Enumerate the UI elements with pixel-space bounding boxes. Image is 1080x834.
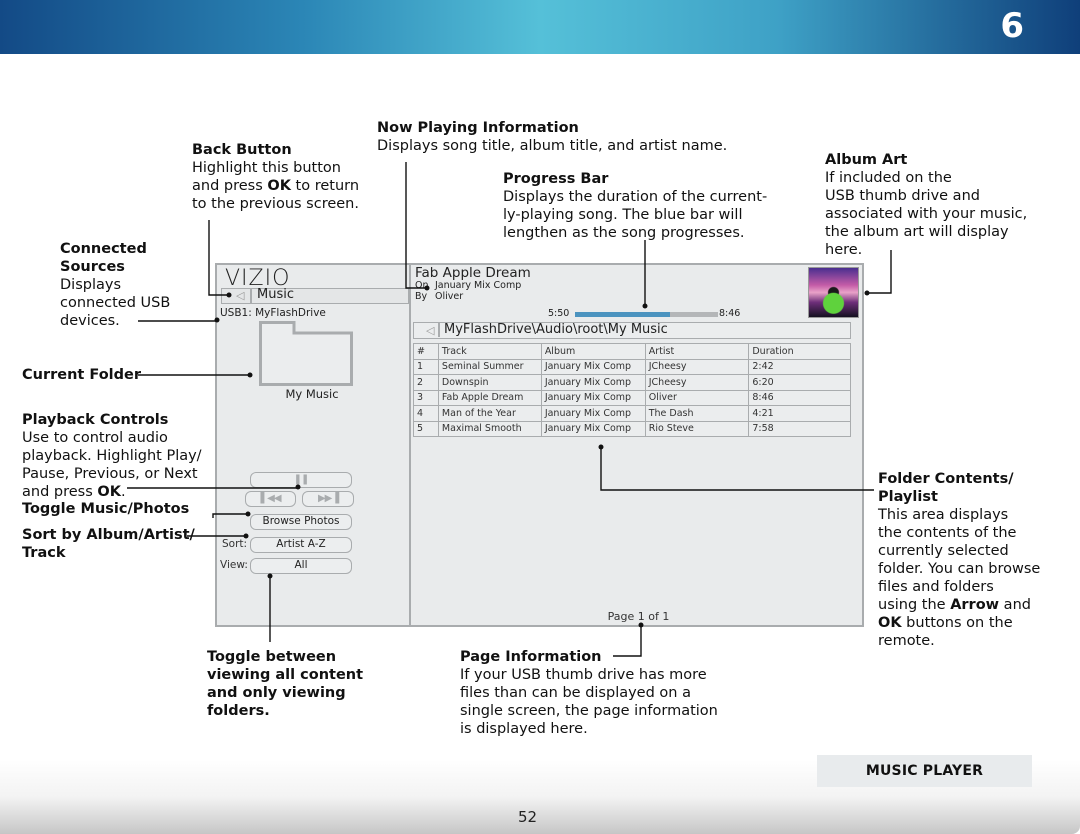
column-header: Track <box>437 343 542 360</box>
section-label: MUSIC PLAYER <box>817 755 1032 787</box>
callout-sort: Sort by Album/Artist/ Track <box>22 527 195 561</box>
table-row[interactable]: 5 Maximal Smooth January Mix Comp Rio Steve… <box>413 420 851 437</box>
callout-title: Back Button <box>192 142 292 158</box>
callout-playback-controls: Playback Controls Use to control audio p… <box>22 412 202 500</box>
previous-button[interactable]: ▌◀◀ <box>245 491 296 507</box>
back-arrow-icon: ◁ <box>236 289 245 302</box>
now-playing-artist: By Oliver <box>415 291 464 302</box>
callout-back-button: Back Button Highlight this button and pr… <box>192 142 360 212</box>
callout-title: Now Playing Information <box>377 120 579 136</box>
table-cell: 2:42 <box>748 358 851 375</box>
current-folder-label: My Music <box>285 387 339 401</box>
table-cell: The Dash <box>644 405 750 422</box>
column-header: Album <box>540 343 646 360</box>
progress-fill <box>575 312 671 317</box>
callout-current-folder: Current Folder <box>22 367 142 383</box>
table-cell: 8:46 <box>748 389 851 406</box>
table-cell: January Mix Comp <box>540 374 646 391</box>
folder-icon[interactable] <box>259 321 353 386</box>
callout-view-toggle: Toggle between viewing all content and o… <box>207 649 364 719</box>
album-art-image <box>808 267 859 318</box>
callout-page-information: Page Information If your USB thumb drive… <box>460 649 718 737</box>
page-number: 52 <box>518 808 538 826</box>
sort-select[interactable]: Artist A-Z <box>250 537 352 553</box>
right-pane: Fab Apple Dream On January Mix Comp By Oli… <box>413 265 864 625</box>
sort-label: Sort: <box>222 538 248 550</box>
table-row[interactable]: 2 Downspin January Mix Comp JCheesy 6:20 <box>413 374 851 391</box>
callout-folder-contents: Folder Contents/ Playlist This area disp… <box>878 471 1041 649</box>
table-cell: Seminal Summer <box>437 358 542 375</box>
table-cell: January Mix Comp <box>540 420 646 437</box>
column-header: # <box>413 343 439 360</box>
total-time: 8:46 <box>719 308 741 319</box>
next-icon: ▶▶▐ <box>317 493 339 504</box>
table-cell: JCheesy <box>644 374 750 391</box>
chapter-header-bar: 6 <box>0 0 1080 54</box>
callout-toggle-music-photos: Toggle Music/Photos <box>22 501 190 517</box>
view-select[interactable]: All <box>250 558 352 574</box>
table-cell: Maximal Smooth <box>437 420 542 437</box>
callout-now-playing: Now Playing Information Displays song ti… <box>377 120 728 154</box>
left-pane: VIZIO ◁ Music USB1: MyFlashDrive My Musi… <box>217 265 411 625</box>
table-cell: 4 <box>413 405 439 422</box>
back-button[interactable]: ◁ Music <box>221 287 409 304</box>
divider <box>250 289 252 303</box>
previous-icon: ▌◀◀ <box>260 493 281 504</box>
divider <box>438 323 440 337</box>
table-cell: January Mix Comp <box>540 405 646 422</box>
table-cell: Fab Apple Dream <box>437 389 542 406</box>
music-player-screen: VIZIO ◁ Music USB1: MyFlashDrive My Musi… <box>215 263 864 627</box>
chapter-number: 6 <box>1000 6 1024 46</box>
folder-path: MyFlashDrive\Audio\root\My Music <box>444 322 668 337</box>
table-row[interactable]: 1 Seminal Summer January Mix Comp JCheesy 2:… <box>413 358 851 375</box>
play-pause-button[interactable]: ❚❚ <box>250 472 352 488</box>
progress-bar <box>575 312 718 317</box>
table-cell: 6:20 <box>748 374 851 391</box>
table-cell: Man of the Year <box>437 405 542 422</box>
table-cell: Oliver <box>644 389 750 406</box>
callout-progress-bar: Progress Bar Displays the duration of th… <box>503 171 768 241</box>
page-info: Page 1 of 1 <box>607 610 670 623</box>
table-cell: January Mix Comp <box>540 389 646 406</box>
table-cell: January Mix Comp <box>540 358 646 375</box>
table-row[interactable]: 4 Man of the Year January Mix Comp The Dash… <box>413 405 851 422</box>
table-cell: 5 <box>413 420 439 437</box>
connected-source[interactable]: USB1: MyFlashDrive <box>220 307 326 319</box>
connector-dot <box>864 290 870 296</box>
track-table: # Track Album Artist Duration 1 Seminal S… <box>413 343 851 437</box>
table-cell: Rio Steve <box>644 420 750 437</box>
callout-connected-sources: Connected Sources Displays connected USB… <box>60 241 171 329</box>
table-cell: JCheesy <box>644 358 750 375</box>
now-playing-title: Fab Apple Dream <box>415 265 531 281</box>
callout-album-art: Album Art If included on the USB thumb d… <box>825 152 1028 258</box>
table-cell: Downspin <box>437 374 542 391</box>
next-button[interactable]: ▶▶▐ <box>302 491 354 507</box>
callout-title: Progress Bar <box>503 171 609 187</box>
callout-title: Album Art <box>825 152 908 168</box>
now-playing-album: On January Mix Comp <box>415 280 522 291</box>
table-cell: 3 <box>413 389 439 406</box>
path-back-arrow-icon[interactable]: ◁ <box>426 324 434 337</box>
table-cell: 2 <box>413 374 439 391</box>
browse-photos-button[interactable]: Browse Photos <box>250 514 352 530</box>
table-header-row: # Track Album Artist Duration <box>413 343 851 360</box>
table-cell: 7:58 <box>748 420 851 437</box>
back-button-label: Music <box>257 287 294 302</box>
elapsed-time: 5:50 <box>548 308 570 319</box>
table-row[interactable]: 3 Fab Apple Dream January Mix Comp Oliver 8:… <box>413 389 851 406</box>
pause-icon: ❚❚ <box>293 474 310 485</box>
column-header: Artist <box>644 343 750 360</box>
column-header: Duration <box>748 343 851 360</box>
table-cell: 1 <box>413 358 439 375</box>
table-cell: 4:21 <box>748 405 851 422</box>
view-label: View: <box>220 559 248 571</box>
folder-path-bar[interactable]: ◁ MyFlashDrive\Audio\root\My Music <box>413 322 851 339</box>
